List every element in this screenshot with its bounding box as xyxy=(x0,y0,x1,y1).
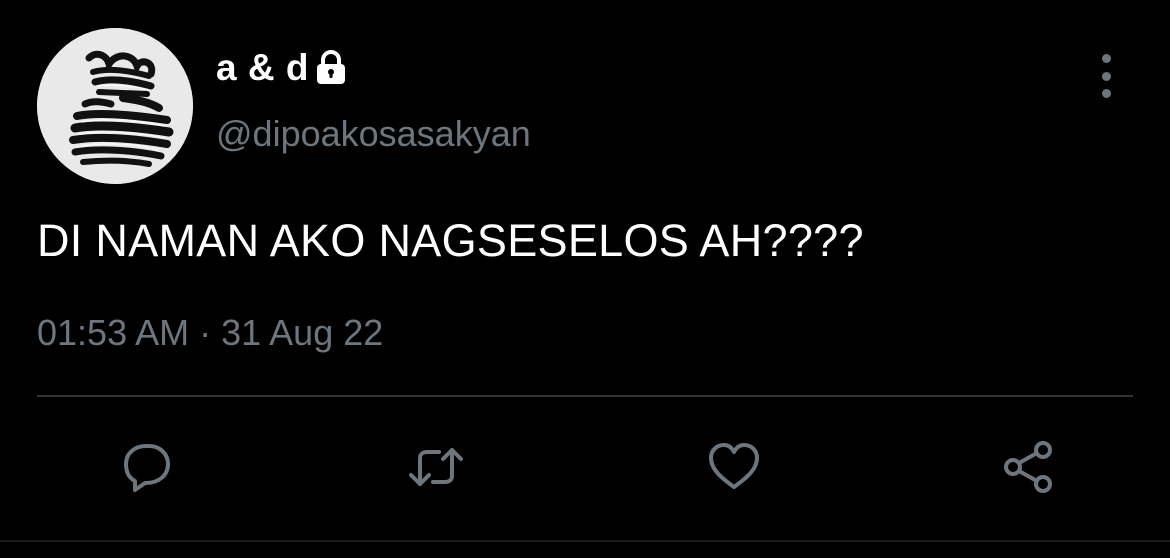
heart-icon xyxy=(709,443,759,489)
dot xyxy=(1101,89,1111,98)
display-name[interactable]: a & d xyxy=(216,47,309,89)
vertical-ellipsis-icon[interactable] xyxy=(1090,54,1122,98)
lock-icon xyxy=(315,50,347,86)
tweet-timestamp[interactable]: 01:53 AM · 31 Aug 22 xyxy=(37,312,383,354)
share-nodes-icon xyxy=(1004,441,1052,493)
username[interactable]: @dipoakosasakyan xyxy=(216,113,531,155)
dot xyxy=(1101,54,1111,63)
share-button[interactable] xyxy=(994,432,1064,502)
divider xyxy=(37,395,1133,397)
tweet-text: DI NAMAN AKO NAGSESELOS AH???? xyxy=(37,215,864,266)
retweet-button[interactable] xyxy=(401,432,471,502)
avatar-image xyxy=(37,28,193,184)
dot xyxy=(1101,71,1111,81)
speech-bubble-icon xyxy=(124,444,170,492)
bottom-divider xyxy=(0,540,1170,542)
avatar[interactable] xyxy=(37,28,193,184)
author-name-row[interactable]: a & d xyxy=(216,46,347,90)
retweet-arrows-icon xyxy=(409,448,463,486)
like-button[interactable] xyxy=(699,432,769,502)
reply-button[interactable] xyxy=(112,432,182,502)
